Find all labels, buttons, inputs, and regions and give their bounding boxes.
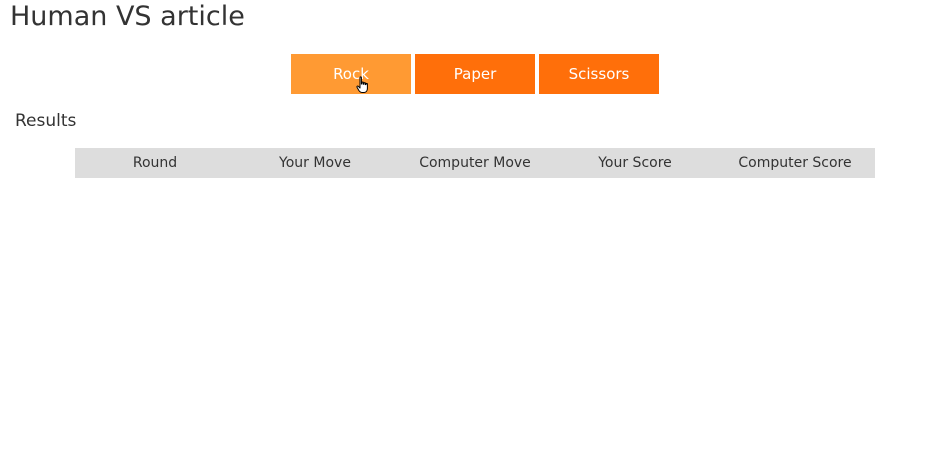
scissors-button-label: Scissors (568, 65, 630, 83)
results-heading: Results (15, 111, 77, 131)
rock-button[interactable]: Rock (291, 54, 411, 94)
scissors-button[interactable]: Scissors (539, 54, 659, 94)
paper-button-label: Paper (453, 65, 497, 83)
column-header-round: Round (75, 148, 235, 178)
column-header-your-score: Your Score (555, 148, 715, 178)
results-header-row: Round Your Move Computer Move Your Score… (75, 148, 875, 178)
column-header-computer-score: Computer Score (715, 148, 875, 178)
column-header-your-move: Your Move (235, 148, 395, 178)
page-title: Human VS article (10, 1, 245, 32)
paper-button[interactable]: Paper (415, 54, 535, 94)
move-buttons: Rock Paper Scissors (291, 54, 659, 94)
rock-button-label: Rock (333, 65, 369, 83)
results-table: Round Your Move Computer Move Your Score… (75, 148, 875, 178)
column-header-computer-move: Computer Move (395, 148, 555, 178)
